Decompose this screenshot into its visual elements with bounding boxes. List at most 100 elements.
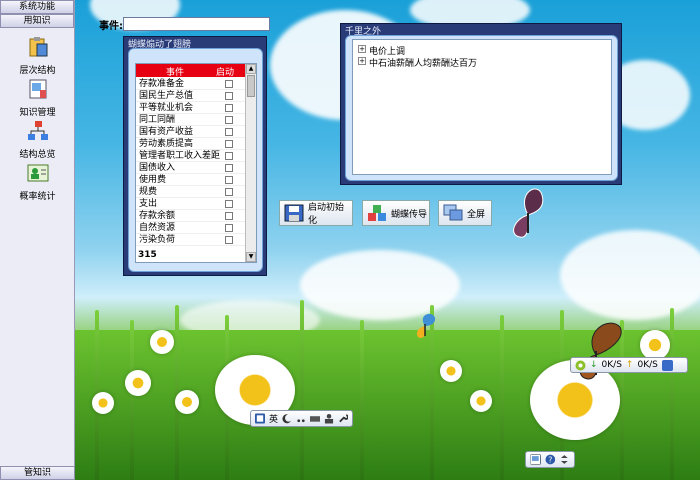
- table-row[interactable]: 使用费: [136, 174, 254, 186]
- table-row[interactable]: 污染负荷: [136, 234, 254, 246]
- daisy-flower: [175, 390, 199, 414]
- table-row[interactable]: 自然资源: [136, 222, 254, 234]
- scroll-thumb[interactable]: [247, 75, 255, 97]
- wrench-icon[interactable]: [338, 413, 349, 424]
- ime-toolbar: 英: [250, 410, 353, 427]
- table-row[interactable]: 平等就业机会: [136, 102, 254, 114]
- event-name: 存款准备金: [139, 79, 185, 89]
- event-name: 同工同酬: [139, 115, 176, 125]
- table-row[interactable]: 存款余额: [136, 210, 254, 222]
- event-name: 污染负荷: [139, 235, 176, 245]
- hierarchy-icon: [27, 121, 48, 140]
- table-row[interactable]: 国债收入: [136, 162, 254, 174]
- init-button-label: 启动初始化: [308, 203, 345, 226]
- row-count: 315: [138, 250, 157, 260]
- tray-window-icon[interactable]: [530, 454, 541, 465]
- activate-checkbox[interactable]: [225, 224, 233, 232]
- event-label: 事件:: [99, 21, 123, 32]
- table-row[interactable]: 国有资产收益: [136, 126, 254, 138]
- activate-checkbox[interactable]: [225, 140, 233, 148]
- person-card-icon: [27, 164, 48, 182]
- butterfly-icon: [416, 313, 436, 338]
- events-table: 事件 启动 存款准备金国民生产总值 平等就业机会 同工同酬国有资产收益 劳动素质提高管…: [135, 63, 257, 263]
- event-input[interactable]: [123, 17, 270, 31]
- daisy-flower: [92, 392, 114, 414]
- activate-checkbox[interactable]: [225, 200, 233, 208]
- activate-checkbox[interactable]: [225, 176, 233, 184]
- sidebar-item-knowledge-management[interactable]: 知识管理: [0, 78, 75, 118]
- event-name: 劳动素质提高: [139, 139, 194, 149]
- cloud: [560, 230, 700, 320]
- sidebar: 系统功能 用知识 层次结构 知识管理 结构总览 概率统计 管知识: [0, 0, 75, 480]
- sidebar-item-structure-overview[interactable]: 结构总览: [0, 120, 75, 160]
- activate-checkbox[interactable]: [225, 212, 233, 220]
- expand-icon[interactable]: +: [358, 45, 366, 53]
- activate-checkbox[interactable]: [225, 128, 233, 136]
- event-name: 国民生产总值: [139, 91, 194, 101]
- ime-language-toggle[interactable]: 英: [269, 412, 278, 425]
- daisy-flower: [125, 370, 151, 396]
- event-name: 规费: [139, 187, 158, 197]
- sidebar-item-probability-stats[interactable]: 概率统计: [0, 162, 75, 202]
- sidebar-header-use-knowledge[interactable]: 用知识: [0, 14, 74, 28]
- tree-item-label: 中石油薪酬人均薪酬达百万: [369, 59, 478, 69]
- expand-icon[interactable]: +: [358, 57, 366, 65]
- daisy-flower: [470, 390, 492, 412]
- activate-checkbox[interactable]: [225, 116, 233, 124]
- propagate-button-label: 蝴蝶传导: [391, 209, 428, 220]
- sidebar-item-label: 概率统计: [19, 192, 56, 202]
- table-row[interactable]: 规费: [136, 186, 254, 198]
- event-name: 自然资源: [139, 223, 176, 233]
- butterfly-events-panel: 蝴蝶煽动了翅膀 事件 启动 存款准备金 国民生产总值 平等就业机会 同工同酬 国有资产收…: [123, 36, 267, 276]
- event-name: 存款余额: [139, 211, 176, 221]
- activate-checkbox[interactable]: [225, 236, 233, 244]
- user-icon[interactable]: [324, 413, 334, 424]
- notebook-icon: [29, 79, 46, 99]
- table-row[interactable]: 同工同酬: [136, 114, 254, 126]
- tray-mini-toolbar: ?: [525, 451, 575, 468]
- init-button[interactable]: 启动初始化: [279, 200, 353, 226]
- fullscreen-button[interactable]: 全屏: [438, 200, 492, 226]
- far-away-panel: 千里之外 + 电价上调 + 中石油薪酬人均薪酬达百万: [340, 23, 622, 185]
- spinner-arrows-icon[interactable]: [559, 454, 570, 465]
- activate-checkbox[interactable]: [225, 104, 233, 112]
- table-row[interactable]: 国民生产总值: [136, 90, 254, 102]
- activate-checkbox[interactable]: [225, 188, 233, 196]
- activate-checkbox[interactable]: [225, 80, 233, 88]
- daisy-flower: [150, 330, 174, 354]
- keyboard-icon[interactable]: [310, 413, 321, 424]
- punctuation-icon[interactable]: [296, 413, 306, 424]
- table-row[interactable]: 存款准备金: [136, 78, 254, 90]
- moon-icon[interactable]: [282, 413, 292, 424]
- event-name: 国有资产收益: [139, 127, 194, 137]
- column-header-event: 事件: [166, 68, 185, 78]
- sidebar-item-hierarchy[interactable]: 层次结构: [0, 36, 75, 76]
- download-speed: 0K/S: [601, 360, 622, 370]
- scroll-down-arrow-icon[interactable]: ▼: [246, 252, 256, 262]
- ime-logo-icon[interactable]: [255, 413, 265, 424]
- table-row[interactable]: 管理者职工收入差距: [136, 150, 254, 162]
- column-header-activate: 启动: [216, 68, 235, 78]
- propagate-button[interactable]: 蝴蝶传导: [362, 200, 430, 226]
- sidebar-item-label: 结构总览: [19, 150, 56, 160]
- activate-checkbox[interactable]: [225, 164, 233, 172]
- network-speed-bar: ↓ 0K/S ↑ 0K/S: [570, 357, 688, 373]
- settings-icon[interactable]: [661, 359, 673, 371]
- table-row[interactable]: 劳动素质提高: [136, 138, 254, 150]
- event-name: 国债收入: [139, 163, 176, 173]
- clipboard-icon: [29, 37, 47, 57]
- download-arrow-icon: ↓: [590, 360, 598, 370]
- help-icon[interactable]: ?: [545, 454, 556, 465]
- event-tree: + 电价上调 + 中石油薪酬人均薪酬达百万: [352, 39, 612, 175]
- daisy-flower: [440, 360, 462, 382]
- table-scrollbar[interactable]: ▲ ▼: [245, 64, 256, 262]
- sidebar-header-system[interactable]: 系统功能: [0, 0, 74, 14]
- network-logo-icon[interactable]: [575, 360, 586, 371]
- activate-checkbox[interactable]: [225, 92, 233, 100]
- svg-text:?: ?: [548, 455, 552, 464]
- activate-checkbox[interactable]: [225, 152, 233, 160]
- tree-item[interactable]: + 中石油薪酬人均薪酬达百万: [358, 56, 478, 69]
- sidebar-header-manage-knowledge[interactable]: 管知识: [0, 466, 75, 480]
- table-row[interactable]: 支出: [136, 198, 254, 210]
- scroll-up-arrow-icon[interactable]: ▲: [246, 64, 256, 74]
